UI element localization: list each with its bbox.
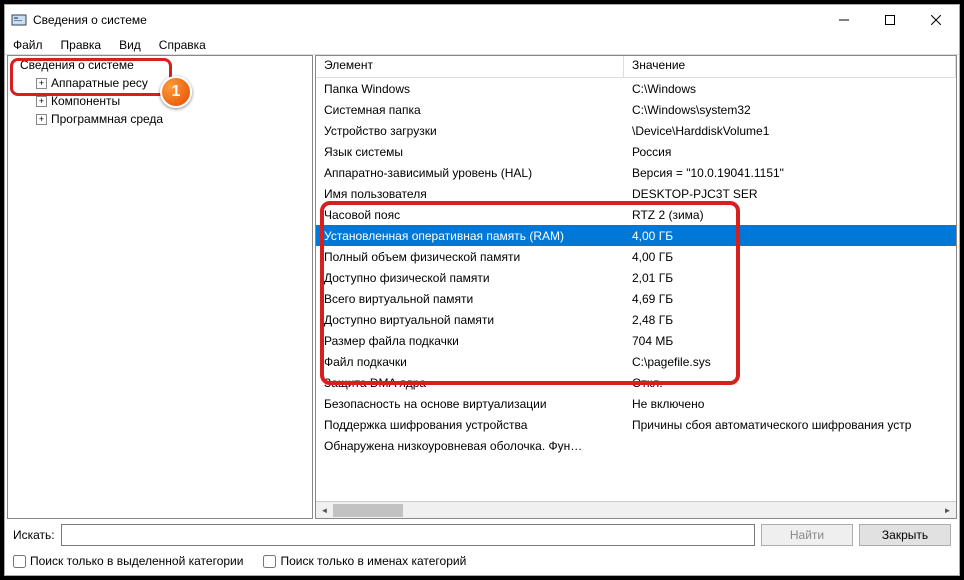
table-row[interactable]: Файл подкачкиC:\pagefile.sys xyxy=(316,351,956,372)
expand-icon[interactable]: + xyxy=(36,78,47,89)
cell-value: Причины сбоя автоматического шифрования … xyxy=(624,418,956,432)
cell-element: Размер файла подкачки xyxy=(316,334,624,348)
window-title: Сведения о системе xyxy=(33,13,821,27)
cell-value: 4,00 ГБ xyxy=(624,229,956,243)
cell-element: Аппаратно-зависимый уровень (HAL) xyxy=(316,166,624,180)
content-area: 1 Сведения о системе + Аппаратные ресу +… xyxy=(5,55,959,519)
checkbox-input[interactable] xyxy=(13,555,26,568)
search-label: Искать: xyxy=(13,528,55,542)
callout-badge-1: 1 xyxy=(160,76,192,108)
checkbox-category-only[interactable]: Поиск только в выделенной категории xyxy=(13,554,243,568)
minimize-button[interactable] xyxy=(821,5,867,35)
table-row[interactable]: Системная папкаC:\Windows\system32 xyxy=(316,99,956,120)
table-row[interactable]: Обнаружена низкоуровневая оболочка. Фун… xyxy=(316,435,956,456)
cell-element: Защита DMA ядра xyxy=(316,376,624,390)
close-button[interactable] xyxy=(913,5,959,35)
window-controls xyxy=(821,5,959,35)
cell-element: Часовой пояс xyxy=(316,208,624,222)
detail-panel: 2 Элемент Значение Папка WindowsC:\Windo… xyxy=(315,55,957,519)
table-row[interactable]: Доступно виртуальной памяти2,48 ГБ xyxy=(316,309,956,330)
find-button[interactable]: Найти xyxy=(761,524,853,546)
cell-value: 4,69 ГБ xyxy=(624,292,956,306)
menu-view[interactable]: Вид xyxy=(115,38,145,52)
category-tree[interactable]: 1 Сведения о системе + Аппаратные ресу +… xyxy=(7,55,313,519)
cell-element: Файл подкачки xyxy=(316,355,624,369)
cell-element: Имя пользователя xyxy=(316,187,624,201)
maximize-button[interactable] xyxy=(867,5,913,35)
cell-value: C:\Windows\system32 xyxy=(624,103,956,117)
cell-element: Обнаружена низкоуровневая оболочка. Фун… xyxy=(316,439,624,453)
cell-element: Поддержка шифрования устройства xyxy=(316,418,624,432)
checkbox-input[interactable] xyxy=(263,555,276,568)
cell-element: Системная папка xyxy=(316,103,624,117)
menubar: Файл Правка Вид Справка xyxy=(5,35,959,55)
table-row[interactable]: Аппаратно-зависимый уровень (HAL)Версия … xyxy=(316,162,956,183)
menu-edit[interactable]: Правка xyxy=(57,38,106,52)
system-info-window: Сведения о системе Файл Правка Вид Справ… xyxy=(4,4,960,576)
table-row[interactable]: Защита DMA ядраОткл. xyxy=(316,372,956,393)
table-row[interactable]: Безопасность на основе виртуализацииНе в… xyxy=(316,393,956,414)
table-row[interactable]: Язык системыРоссия xyxy=(316,141,956,162)
menu-file[interactable]: Файл xyxy=(9,38,47,52)
search-options: Поиск только в выделенной категории Поис… xyxy=(5,551,959,575)
column-headers: Элемент Значение xyxy=(316,56,956,78)
cell-value: Версия = "10.0.19041.1151" xyxy=(624,166,956,180)
table-row[interactable]: Установленная оперативная память (RAM)4,… xyxy=(316,225,956,246)
expand-icon[interactable]: + xyxy=(36,96,47,107)
column-value[interactable]: Значение xyxy=(624,56,956,77)
scroll-left-icon[interactable]: ◄ xyxy=(316,502,333,519)
table-row[interactable]: Имя пользователяDESKTOP-PJC3T SER xyxy=(316,183,956,204)
cell-value: DESKTOP-PJC3T SER xyxy=(624,187,956,201)
table-row[interactable]: Часовой поясRTZ 2 (зима) xyxy=(316,204,956,225)
cell-value: 2,01 ГБ xyxy=(624,271,956,285)
scroll-track[interactable] xyxy=(333,502,939,519)
cell-value: Откл. xyxy=(624,376,956,390)
cell-element: Полный объем физической памяти xyxy=(316,250,624,264)
close-search-button[interactable]: Закрыть xyxy=(859,524,951,546)
cell-element: Доступно виртуальной памяти xyxy=(316,313,624,327)
horizontal-scrollbar[interactable]: ◄ ► xyxy=(316,501,956,518)
cell-value: Не включено xyxy=(624,397,956,411)
cell-value: RTZ 2 (зима) xyxy=(624,208,956,222)
titlebar: Сведения о системе xyxy=(5,5,959,35)
search-bar: Искать: Найти Закрыть xyxy=(5,519,959,551)
scroll-thumb[interactable] xyxy=(333,504,403,517)
cell-element: Всего виртуальной памяти xyxy=(316,292,624,306)
cell-value: Россия xyxy=(624,145,956,159)
cell-element: Безопасность на основе виртуализации xyxy=(316,397,624,411)
cell-value: \Device\HarddiskVolume1 xyxy=(624,124,956,138)
search-input[interactable] xyxy=(61,524,755,546)
tree-root-label: Сведения о системе xyxy=(20,58,134,72)
app-icon xyxy=(11,12,27,28)
table-row[interactable]: Доступно физической памяти2,01 ГБ xyxy=(316,267,956,288)
rows-container[interactable]: Папка WindowsC:\WindowsСистемная папкаC:… xyxy=(316,78,956,501)
column-element[interactable]: Элемент xyxy=(316,56,624,77)
table-row[interactable]: Всего виртуальной памяти4,69 ГБ xyxy=(316,288,956,309)
cell-value: 704 МБ xyxy=(624,334,956,348)
table-row[interactable]: Папка WindowsC:\Windows xyxy=(316,78,956,99)
checkbox-names-only[interactable]: Поиск только в именах категорий xyxy=(263,554,466,568)
cell-value: C:\pagefile.sys xyxy=(624,355,956,369)
cell-element: Установленная оперативная память (RAM) xyxy=(316,229,624,243)
cell-value: 2,48 ГБ xyxy=(624,313,956,327)
table-row[interactable]: Размер файла подкачки704 МБ xyxy=(316,330,956,351)
table-row[interactable]: Полный объем физической памяти4,00 ГБ xyxy=(316,246,956,267)
menu-help[interactable]: Справка xyxy=(155,38,210,52)
scroll-right-icon[interactable]: ► xyxy=(939,502,956,519)
cell-element: Язык системы xyxy=(316,145,624,159)
cell-element: Папка Windows xyxy=(316,82,624,96)
table-row[interactable]: Поддержка шифрования устройстваПричины с… xyxy=(316,414,956,435)
tree-root-item[interactable]: Сведения о системе xyxy=(8,56,312,74)
cell-element: Доступно физической памяти xyxy=(316,271,624,285)
cell-value: 4,00 ГБ xyxy=(624,250,956,264)
cell-value: C:\Windows xyxy=(624,82,956,96)
expand-icon[interactable]: + xyxy=(36,114,47,125)
tree-item-software-env[interactable]: + Программная среда xyxy=(8,110,312,128)
cell-element: Устройство загрузки xyxy=(316,124,624,138)
table-row[interactable]: Устройство загрузки\Device\HarddiskVolum… xyxy=(316,120,956,141)
